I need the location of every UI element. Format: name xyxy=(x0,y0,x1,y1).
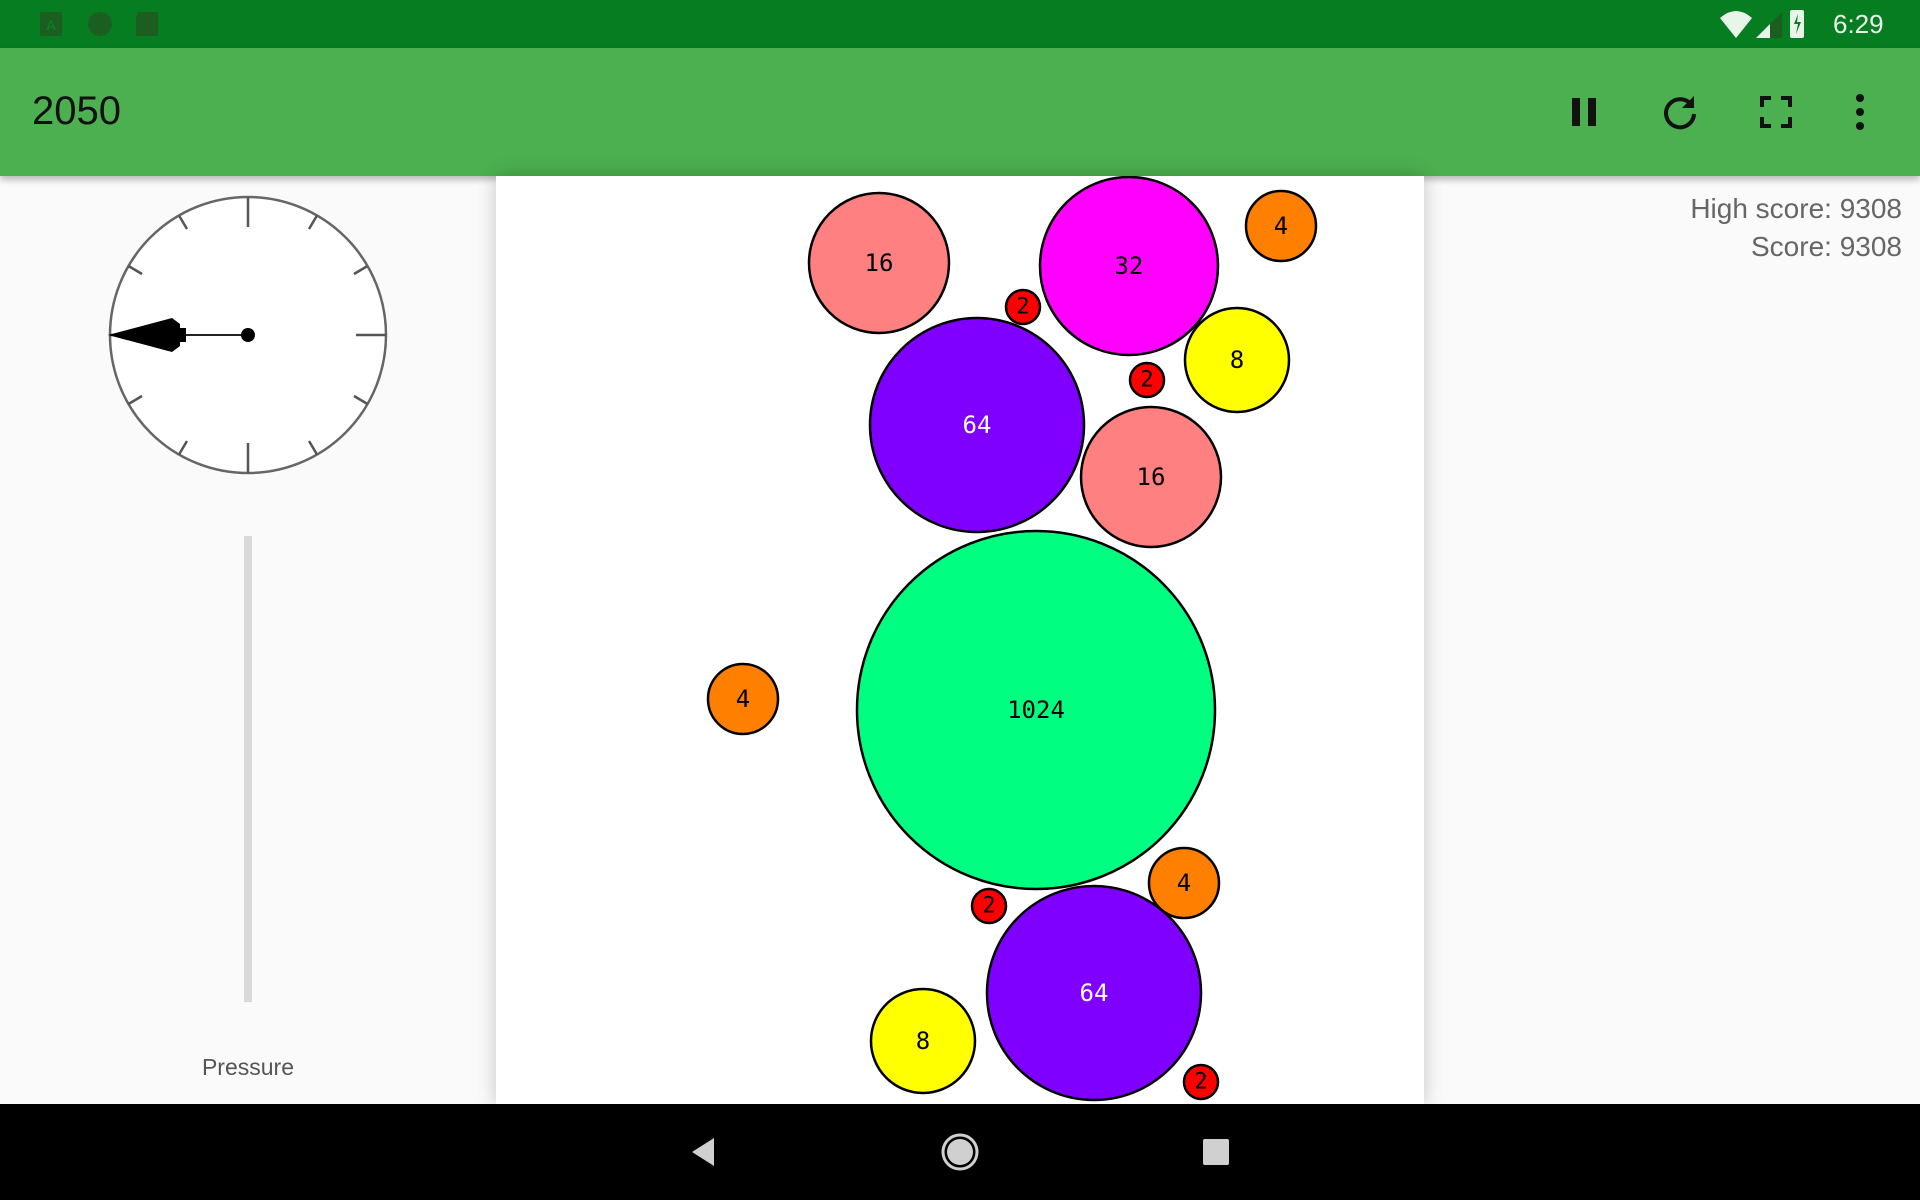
left-panel: Pressure xyxy=(0,176,496,1104)
bubble-8: 8 xyxy=(869,987,977,1095)
bubble-value: 2 xyxy=(1016,295,1029,320)
score-panel: High score: 9308 Score: 9308 xyxy=(1690,190,1902,266)
circle-notification-icon xyxy=(88,12,112,36)
bubble-value: 4 xyxy=(736,685,750,713)
sd-card-icon xyxy=(136,12,158,36)
fullscreen-button[interactable] xyxy=(1744,80,1808,144)
bubble-64: 64 xyxy=(985,884,1203,1102)
status-time: 6:29 xyxy=(1833,9,1884,39)
pressure-slider[interactable] xyxy=(244,536,252,1002)
wifi-icon xyxy=(1720,11,1752,38)
pressure-label: Pressure xyxy=(201,1054,295,1080)
cellular-signal-icon xyxy=(1756,12,1782,38)
bubble-2: 2 xyxy=(970,887,1008,925)
status-right-icons xyxy=(1720,10,1804,38)
status-bar: A 6:29 xyxy=(0,0,1920,48)
bubble-value: 64 xyxy=(1080,979,1109,1007)
svg-text:A: A xyxy=(46,17,56,33)
bubble-value: 32 xyxy=(1115,252,1144,280)
back-icon xyxy=(692,1138,714,1166)
bubble-1024: 1024 xyxy=(855,529,1217,891)
gravity-dial xyxy=(108,195,388,475)
bubble-value: 4 xyxy=(1177,869,1191,897)
recents-icon xyxy=(1203,1139,1229,1165)
bubble-16: 16 xyxy=(807,191,951,335)
restart-icon xyxy=(1664,96,1696,130)
bubble-value: 4 xyxy=(1274,212,1288,240)
bubble-8: 8 xyxy=(1183,306,1291,414)
bubble-value: 2 xyxy=(1140,368,1153,393)
recents-button[interactable] xyxy=(1192,1128,1240,1176)
pause-button[interactable] xyxy=(1552,80,1616,144)
app-bar: 2050 xyxy=(0,48,1920,176)
bubble-value: 16 xyxy=(865,249,894,277)
home-button[interactable] xyxy=(936,1128,984,1176)
bubble-64: 64 xyxy=(868,316,1086,534)
home-icon xyxy=(941,1133,979,1171)
bubble-32: 32 xyxy=(1038,176,1220,357)
bubble-value: 8 xyxy=(916,1027,930,1055)
status-left-icons: A xyxy=(40,12,158,36)
restart-button[interactable] xyxy=(1648,80,1712,144)
bubble-2: 2 xyxy=(1182,1063,1220,1101)
bubble-16: 16 xyxy=(1079,405,1223,549)
more-options-button[interactable] xyxy=(1828,80,1892,144)
bubble-value: 2 xyxy=(982,894,995,919)
bubble-4: 4 xyxy=(706,662,780,736)
bubble-field[interactable]: 16 32 4 2 8 2 64 16 1024 4 4 2 64 8 2 xyxy=(496,176,1424,1104)
high-score: High score: 9308 xyxy=(1690,193,1902,224)
battery-charging-icon xyxy=(1790,10,1804,38)
nav-bar xyxy=(0,1104,1920,1200)
bubble-value: 64 xyxy=(963,411,992,439)
back-button[interactable] xyxy=(680,1128,728,1176)
bubble-4: 4 xyxy=(1244,189,1318,263)
bubble-value: 1024 xyxy=(1007,696,1065,724)
more-vert-icon xyxy=(1856,94,1864,130)
bubble-value: 16 xyxy=(1137,463,1166,491)
game-board[interactable]: 16 32 4 2 8 2 64 16 1024 4 4 2 64 8 2 xyxy=(496,176,1424,1104)
app-store-icon: A xyxy=(40,12,62,36)
bubble-2: 2 xyxy=(1128,361,1166,399)
current-score: Score: 9308 xyxy=(1751,231,1902,262)
app-title: 2050 xyxy=(32,89,121,133)
bubble-value: 2 xyxy=(1194,1070,1207,1095)
bubble-2: 2 xyxy=(1004,288,1042,326)
pause-icon xyxy=(1572,98,1596,126)
fullscreen-icon xyxy=(1760,96,1792,128)
bubble-value: 8 xyxy=(1230,346,1244,374)
